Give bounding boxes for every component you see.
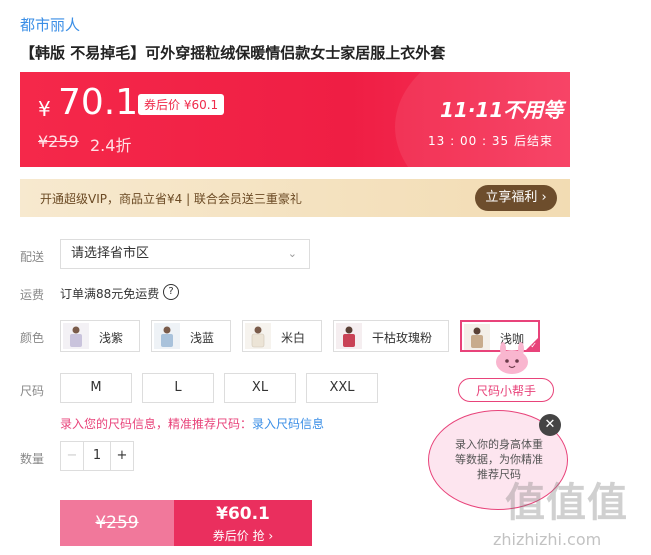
quantity-label: 数量: [20, 452, 45, 466]
increment-button[interactable]: +: [110, 442, 133, 470]
product-title: 【韩版 不易掉毛】可外穿摇粒绒保暖情侣款女士家居服上衣外套: [20, 44, 446, 62]
size-option-xl[interactable]: XL: [224, 373, 296, 403]
watermark-url: zhizhizhi.com: [493, 530, 602, 549]
current-price: 70.1: [58, 82, 139, 123]
currency-symbol: ¥: [38, 97, 51, 121]
thumbnail-dusty-rose: [336, 323, 362, 349]
shipping-label: 运费: [20, 288, 45, 302]
size-helper-chip[interactable]: 尺码小帮手: [458, 378, 554, 402]
countdown-timer: 13 : 00 : 35 后结束: [428, 134, 553, 148]
store-name[interactable]: 都市丽人: [20, 14, 80, 35]
original-price: ¥259: [38, 132, 79, 151]
color-option-light-purple[interactable]: 浅紫: [60, 320, 140, 352]
promo-title: 11·11不用等: [440, 98, 564, 122]
size-info-text: 录入您的尺码信息，精准推荐尺码：: [60, 417, 253, 431]
size-option-l[interactable]: L: [142, 373, 214, 403]
color-option-light-blue[interactable]: 浅蓝: [151, 320, 231, 352]
buy-coupon-price: ¥60.1: [216, 504, 270, 524]
thumbnail-off-white: [245, 323, 271, 349]
color-label: 颜色: [20, 331, 45, 345]
coupon-price-tag: 券后价 ¥60.1: [138, 94, 225, 115]
region-select-placeholder: 请选择省市区: [71, 246, 150, 261]
size-label: 尺码: [20, 384, 45, 398]
size-option-m[interactable]: M: [60, 373, 132, 403]
watermark-logo: 值值值: [505, 480, 628, 526]
discount-rate: 2.4折: [90, 136, 132, 155]
buy-original-price-button[interactable]: ¥259: [60, 500, 174, 546]
size-info: 录入您的尺码信息，精准推荐尺码：录入尺码信息: [60, 415, 324, 432]
color-option-label: 浅紫: [99, 331, 124, 345]
buy-coupon-label: 券后价 抢 ›: [212, 529, 274, 543]
thumbnail-light-blue: [154, 323, 180, 349]
chevron-down-icon: ⌄: [287, 247, 297, 260]
mascot-icon: [496, 342, 528, 374]
color-option-label: 干枯玫瑰粉: [372, 331, 433, 345]
close-icon[interactable]: ✕: [539, 414, 561, 436]
help-icon[interactable]: ?: [163, 284, 179, 300]
region-select[interactable]: 请选择省市区 ⌄: [60, 239, 310, 269]
size-info-link[interactable]: 录入尺码信息: [252, 417, 324, 431]
thumbnail-light-purple: [63, 323, 89, 349]
thumbnail-light-coffee: [464, 324, 490, 350]
quantity-stepper: − 1 +: [60, 441, 134, 471]
quantity-value[interactable]: 1: [84, 442, 110, 470]
vip-benefit-button[interactable]: 立享福利 ›: [475, 185, 557, 211]
delivery-label: 配送: [20, 250, 45, 264]
color-option-label: 米白: [281, 331, 306, 345]
color-option-label: 浅蓝: [190, 331, 215, 345]
vip-bar: 开通超级VIP，商品立省¥4 | 联合会员送三重豪礼 立享福利 ›: [20, 179, 570, 217]
vip-text: 开通超级VIP，商品立省¥4 | 联合会员送三重豪礼: [40, 192, 302, 206]
size-option-xxl[interactable]: XXL: [306, 373, 378, 403]
shipping-text: 订单满88元免运费: [60, 287, 160, 301]
buy-coupon-button[interactable]: ¥60.1 券后价 抢 ›: [174, 500, 312, 546]
price-banner: ¥ 70.1 券后价 ¥60.1 ¥259 2.4折 11·11不用等 13 :…: [20, 72, 570, 167]
decrement-button[interactable]: −: [61, 442, 84, 470]
color-option-off-white[interactable]: 米白: [242, 320, 322, 352]
color-option-dusty-rose[interactable]: 干枯玫瑰粉: [333, 320, 449, 352]
